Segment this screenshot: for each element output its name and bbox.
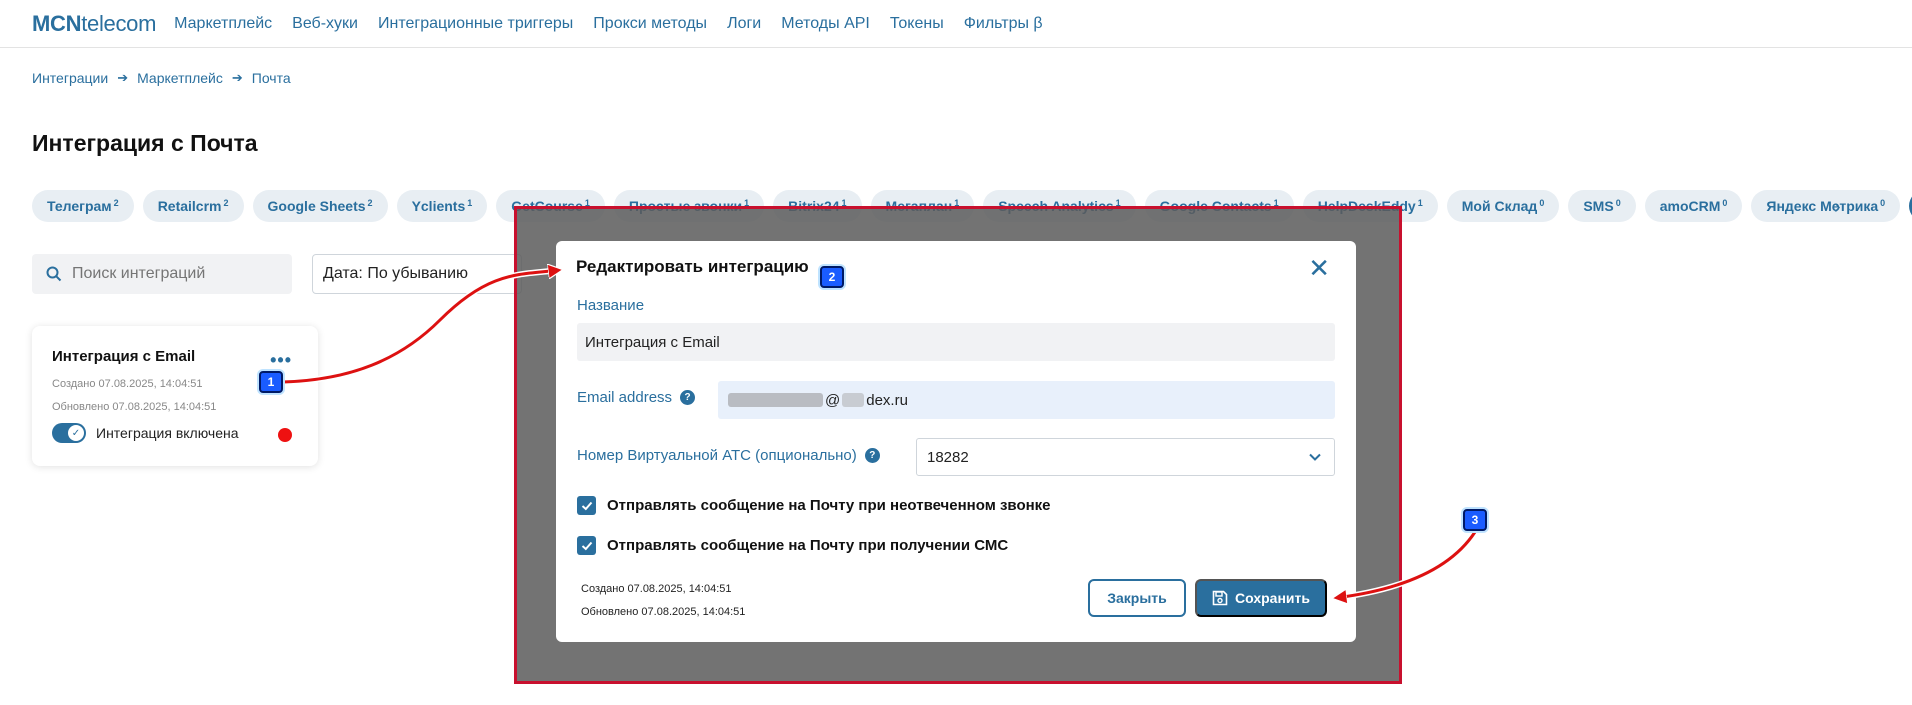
chip-amocrm[interactable]: amoCRM 0 [1644, 190, 1743, 222]
modal-title: Редактировать интеграцию [576, 257, 809, 276]
search-input[interactable] [72, 265, 272, 283]
nav-api-methods[interactable]: Методы API [781, 15, 870, 33]
close-button[interactable]: Закрыть [1088, 579, 1186, 617]
breadcrumb-integrations[interactable]: Интеграции [32, 70, 108, 86]
save-icon [1212, 590, 1228, 606]
integration-toggle[interactable]: ✓ [52, 423, 86, 443]
modal-created: Создано 07.08.2025, 14:04:51 [581, 583, 732, 595]
email-input[interactable]: @ dex.ru [718, 381, 1335, 419]
ats-label: Номер Виртуальной АТС (опционально) ? [577, 447, 880, 464]
checkbox-checked-icon[interactable] [577, 496, 596, 515]
integration-card[interactable]: Интеграция с Email ••• Создано 07.08.202… [32, 326, 318, 466]
modal-meta: Создано 07.08.2025, 14:04:51 Обновлено 0… [581, 578, 745, 624]
nav-marketplace[interactable]: Маркетплейс [174, 15, 272, 33]
save-button[interactable]: Сохранить [1195, 579, 1327, 617]
checkbox-checked-icon[interactable] [577, 536, 596, 555]
search-box [32, 254, 292, 294]
arrow-right-icon: ➔ [231, 70, 243, 85]
callout-3: 3 [1463, 509, 1487, 531]
help-icon[interactable]: ? [864, 448, 880, 463]
callout-2: 2 [820, 266, 844, 288]
nav-webhooks[interactable]: Веб-хуки [292, 15, 358, 33]
edit-integration-modal: Редактировать интеграцию ✕ Название Инте… [556, 241, 1356, 642]
chip-moysklad[interactable]: Мой Склад 0 [1446, 190, 1560, 222]
nav-tokens[interactable]: Токены [890, 15, 944, 33]
chip-retailcrm[interactable]: Retailcrm 2 [142, 190, 244, 222]
search-icon [46, 266, 62, 282]
name-input[interactable]: Интеграция с Email [577, 323, 1335, 361]
logo[interactable]: MCNtelecom [32, 11, 156, 37]
nav-integration-triggers[interactable]: Интеграционные триггеры [378, 15, 573, 33]
card-title: Интеграция с Email [52, 348, 196, 365]
toggle-row: ✓ Интеграция включена [52, 423, 298, 443]
nav-proxy-methods[interactable]: Прокси методы [593, 15, 707, 33]
modal-updated: Обновлено 07.08.2025, 14:04:51 [581, 606, 746, 618]
chip-yandex-metrika[interactable]: Яндекс Метрика 0 [1751, 190, 1901, 222]
sort-select[interactable]: Дата: По убыванию [312, 254, 522, 294]
close-icon[interactable]: ✕ [1308, 255, 1330, 281]
chevron-right-icon[interactable]: › [1834, 196, 1841, 219]
name-label: Название [577, 297, 645, 314]
breadcrumb-mail[interactable]: Почта [252, 70, 291, 86]
breadcrumb-marketplace[interactable]: Маркетплейс [137, 70, 223, 86]
nav-filters[interactable]: Фильтры β [964, 15, 1043, 33]
page: MCNtelecom Маркетплейс Веб-хуки Интеграц… [0, 0, 1912, 705]
breadcrumb: Интеграции ➔ Маркетплейс ➔ Почта [32, 70, 291, 86]
check-icon: ✓ [68, 425, 84, 441]
page-title: Интеграция с Почта [32, 130, 258, 156]
chip-google-sheets[interactable]: Google Sheets 2 [252, 190, 388, 222]
arrow-right-icon: ➔ [117, 70, 129, 85]
redacted-text [842, 393, 865, 407]
email-label: Email address ? [577, 389, 696, 406]
ats-select[interactable]: 18282 [916, 438, 1335, 476]
redacted-text [728, 393, 823, 407]
chip-yclients[interactable]: Yclients 1 [396, 190, 488, 222]
chip-telegram[interactable]: Телеграм 2 [32, 190, 134, 222]
callout-1: 1 [259, 371, 283, 393]
toggle-label: Интеграция включена [96, 425, 239, 441]
top-nav: MCNtelecom Маркетплейс Веб-хуки Интеграц… [0, 0, 1912, 48]
card-updated: Обновлено 07.08.2025, 14:04:51 [52, 401, 217, 413]
help-icon[interactable]: ? [680, 390, 696, 405]
status-dot [278, 428, 292, 442]
missed-call-option[interactable]: Отправлять сообщение на Почту при неотве… [577, 496, 1051, 515]
chevron-down-icon [1309, 453, 1321, 461]
nav-logs[interactable]: Логи [727, 15, 761, 33]
more-menu-icon[interactable]: ••• [270, 350, 292, 371]
sms-option[interactable]: Отправлять сообщение на Почту при получе… [577, 536, 1008, 555]
chip-sms[interactable]: SMS 0 [1568, 190, 1636, 222]
